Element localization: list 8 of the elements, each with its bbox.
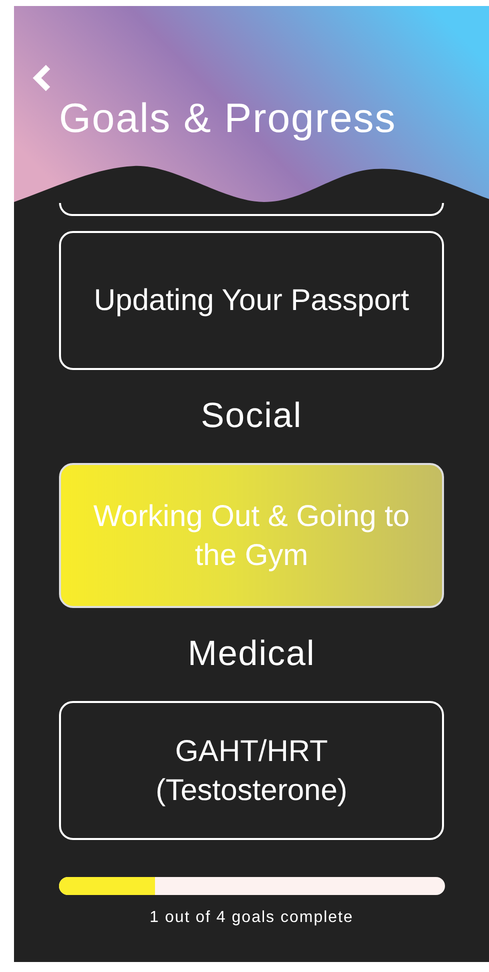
page-title: Goals & Progress (59, 94, 396, 142)
goal-card[interactable]: Updating Your Passport (59, 231, 444, 370)
progress-caption: 1 out of 4 goals complete (150, 909, 354, 927)
section-heading: Medical (188, 633, 316, 675)
goal-card[interactable]: GAHT/HRT (Testosterone) (59, 701, 444, 840)
section-heading: Social (200, 395, 302, 437)
back-icon[interactable] (32, 64, 52, 92)
goal-card[interactable] (59, 203, 444, 216)
